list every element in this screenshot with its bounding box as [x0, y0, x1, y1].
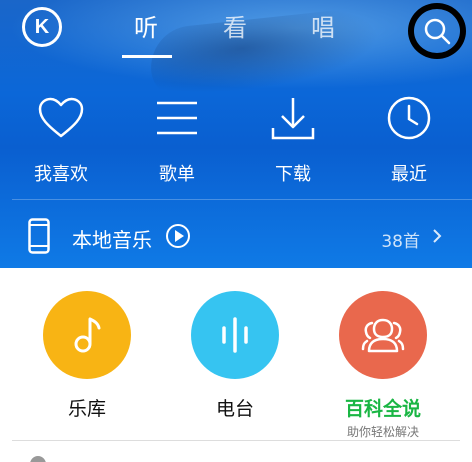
- local-music-count: 38首: [381, 232, 420, 252]
- service-subtitle: 助你轻松解决: [346, 425, 419, 439]
- tab-listen[interactable]: 听: [134, 8, 158, 43]
- music-note-icon: [74, 317, 101, 353]
- baike-circle: [339, 291, 427, 379]
- feature-label: 下载: [275, 164, 311, 185]
- play-icon[interactable]: [166, 224, 190, 248]
- heart-icon: [38, 97, 84, 138]
- app: K 听 看 唱 我喜欢 歌单 下载 最近 本地音乐 38首 乐库 电台 百科全说…: [0, 0, 472, 462]
- library-circle: [43, 291, 131, 379]
- tab-sing[interactable]: 唱: [311, 8, 335, 43]
- next-section-icon: [30, 456, 46, 462]
- radio-circle: [191, 291, 279, 379]
- service-label: 电台: [215, 398, 254, 420]
- active-tab-indicator: [122, 55, 172, 58]
- app-logo-button[interactable]: K: [22, 7, 62, 47]
- service-library[interactable]: 乐库: [12, 291, 162, 421]
- chevron-right-icon: [433, 229, 442, 243]
- tab-watch[interactable]: 看: [223, 8, 247, 43]
- search-button[interactable]: [408, 3, 466, 59]
- feature-favorites[interactable]: 我喜欢: [21, 90, 101, 186]
- logo-letter: K: [34, 15, 50, 38]
- feature-downloads[interactable]: 下载: [253, 90, 333, 186]
- divider: [12, 440, 460, 441]
- top-bar: K 听 看 唱: [0, 0, 472, 59]
- service-label: 百科全说: [344, 398, 421, 420]
- header-banner: K 听 看 唱 我喜欢 歌单 下载 最近 本地音乐 38首: [0, 0, 472, 268]
- local-music-title: 本地音乐: [72, 228, 152, 252]
- local-music-row[interactable]: 本地音乐 38首: [0, 200, 472, 268]
- clock-icon: [387, 96, 431, 140]
- feature-label: 最近: [391, 164, 427, 185]
- list-icon: [157, 101, 197, 135]
- service-label: 乐库: [67, 398, 106, 420]
- feature-recent[interactable]: 最近: [369, 90, 449, 186]
- feature-playlists[interactable]: 歌单: [137, 90, 217, 186]
- people-icon: [361, 318, 405, 353]
- radio-bars-icon: [222, 317, 248, 353]
- download-icon: [271, 98, 315, 140]
- phone-icon: [28, 218, 50, 254]
- feature-label: 歌单: [159, 164, 195, 185]
- service-baike[interactable]: 百科全说 助你轻松解决: [308, 291, 458, 440]
- feature-label: 我喜欢: [34, 164, 88, 185]
- service-radio[interactable]: 电台: [160, 291, 310, 421]
- search-icon: [424, 18, 451, 45]
